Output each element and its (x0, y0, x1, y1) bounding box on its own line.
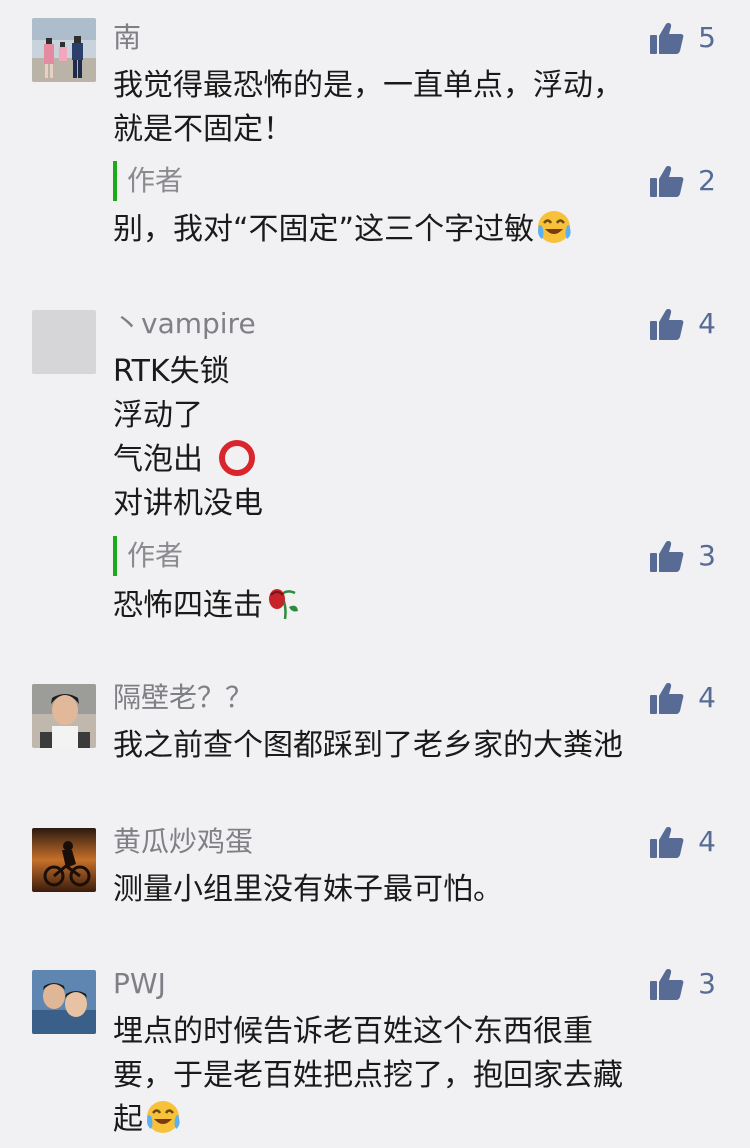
thumbs-up-icon (650, 308, 684, 340)
reply-like-button[interactable]: 3 (650, 536, 716, 576)
thumbs-up-icon (650, 968, 684, 1000)
avatar[interactable] (32, 684, 96, 748)
like-button[interactable]: 4 (650, 304, 716, 344)
author-reply-label: 作者 (113, 536, 183, 576)
like-count: 4 (698, 825, 716, 858)
wilted-rose-emoji (265, 581, 301, 634)
crying-laughing-emoji (536, 209, 574, 258)
like-count: 3 (698, 967, 716, 1000)
thumbs-up-icon (650, 540, 684, 572)
author-reply-text: 别，我对“不固定”这三个字过敏 (113, 208, 703, 258)
reply-like-button[interactable]: 2 (650, 161, 716, 201)
like-button[interactable]: 4 (650, 678, 716, 718)
commenter-name: 南 (113, 21, 142, 54)
comment-text: RTK失锁 浮动了 气泡出 对讲机没电 (113, 350, 703, 526)
avatar[interactable] (32, 828, 96, 892)
red-circle-icon (217, 438, 257, 482)
avatar[interactable] (32, 18, 96, 82)
thumbs-up-icon (650, 826, 684, 858)
like-count: 3 (698, 539, 716, 572)
comment-text: 埋点的时候告诉老百姓这个东西很重 要，于是老百姓把点挖了，抱回家去藏 起 (113, 1010, 703, 1148)
author-reply-label: 作者 (113, 161, 183, 201)
comment-text: 我觉得最恐怖的是，一直单点，浮动， 就是不固定！ (113, 68, 623, 147)
comment-text: 测量小组里没有妹子最可怕。 (113, 872, 503, 907)
thumbs-up-icon (650, 682, 684, 714)
reply-text: 别，我对“不固定”这三个字过敏 (113, 212, 535, 247)
commenter-name: 丶vampire (113, 307, 256, 340)
comment-text-content: 埋点的时候告诉老百姓这个东西很重 要，于是老百姓把点挖了，抱回家去藏 起 (113, 1014, 623, 1137)
author-reply-text: 恐怖四连击 (113, 581, 703, 634)
like-count: 4 (698, 681, 716, 714)
like-button[interactable]: 4 (650, 822, 716, 862)
comment-text: 我之前查个图都踩到了老乡家的大粪池 (113, 728, 623, 763)
avatar[interactable] (32, 970, 96, 1034)
thumbs-up-icon (650, 22, 684, 54)
crying-laughing-emoji (145, 1099, 183, 1148)
like-button[interactable]: 5 (650, 18, 716, 58)
commenter-name: PWJ (113, 967, 166, 1000)
like-count: 2 (698, 164, 716, 197)
commenter-name: 黄瓜炒鸡蛋 (113, 825, 254, 858)
avatar[interactable] (32, 310, 96, 374)
like-count: 5 (698, 21, 716, 54)
comment-list: 南 5 我觉得最恐怖的是，一直单点，浮动， 就是不固定！ 作者 2 别，我对“不… (0, 0, 750, 1139)
like-button[interactable]: 3 (650, 964, 716, 1004)
like-count: 4 (698, 307, 716, 340)
reply-text: 恐怖四连击 (113, 588, 263, 623)
thumbs-up-icon (650, 165, 684, 197)
commenter-name: 隔壁老？？ (113, 681, 254, 714)
